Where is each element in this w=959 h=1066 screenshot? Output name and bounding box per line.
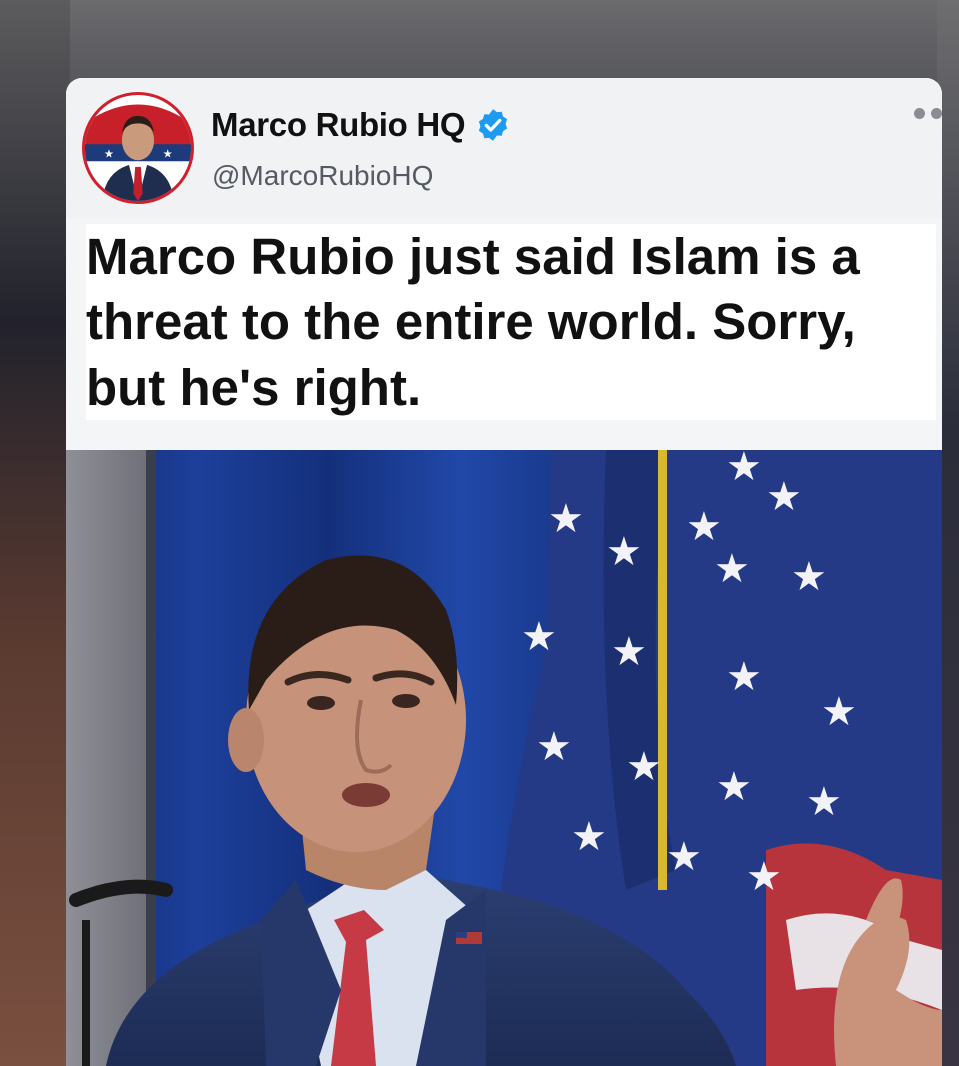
more-dot bbox=[931, 108, 942, 119]
svg-text:★: ★ bbox=[666, 834, 702, 880]
svg-text:★: ★ bbox=[716, 764, 752, 810]
more-dot bbox=[914, 108, 925, 119]
more-options-icon[interactable] bbox=[914, 108, 942, 119]
avatar-image: ★ ★ bbox=[85, 95, 191, 201]
svg-text:★: ★ bbox=[806, 779, 842, 825]
verified-badge-icon bbox=[479, 109, 508, 141]
tweet-card[interactable]: ★ ★ Marco Rubio HQ @MarcoRubioHQ Marco R… bbox=[66, 78, 942, 1066]
svg-text:★: ★ bbox=[714, 546, 750, 592]
svg-text:★: ★ bbox=[686, 504, 722, 550]
svg-text:★: ★ bbox=[536, 724, 572, 770]
avatar[interactable]: ★ ★ bbox=[82, 92, 194, 204]
svg-text:★: ★ bbox=[626, 744, 662, 790]
svg-text:★: ★ bbox=[766, 474, 802, 520]
svg-text:★: ★ bbox=[163, 146, 173, 160]
background-blur-left bbox=[0, 0, 70, 1066]
svg-text:★: ★ bbox=[606, 529, 642, 575]
svg-text:★: ★ bbox=[104, 146, 114, 160]
handle[interactable]: @MarcoRubioHQ bbox=[212, 160, 433, 192]
svg-text:★: ★ bbox=[548, 496, 584, 542]
svg-text:★: ★ bbox=[521, 614, 557, 660]
svg-text:★: ★ bbox=[821, 689, 857, 735]
tweet-photo[interactable]: ★ ★ ★ ★ ★ ★ ★ ★ ★ ★ ★ ★ ★ ★ ★ ★ ★ ★ bbox=[66, 450, 942, 1066]
svg-text:★: ★ bbox=[791, 554, 827, 600]
svg-text:★: ★ bbox=[726, 654, 762, 700]
svg-text:★: ★ bbox=[726, 450, 762, 490]
svg-text:★: ★ bbox=[746, 854, 782, 900]
tweet-text: Marco Rubio just said Islam is a threat … bbox=[86, 224, 936, 420]
photo-image: ★ ★ ★ ★ ★ ★ ★ ★ ★ ★ ★ ★ ★ ★ ★ ★ ★ ★ bbox=[66, 450, 942, 1066]
tweet-header: ★ ★ Marco Rubio HQ @MarcoRubioHQ bbox=[66, 78, 942, 218]
display-name[interactable]: Marco Rubio HQ bbox=[211, 106, 466, 144]
svg-text:★: ★ bbox=[611, 629, 647, 675]
svg-text:★: ★ bbox=[571, 814, 607, 860]
name-row: Marco Rubio HQ bbox=[211, 106, 511, 144]
